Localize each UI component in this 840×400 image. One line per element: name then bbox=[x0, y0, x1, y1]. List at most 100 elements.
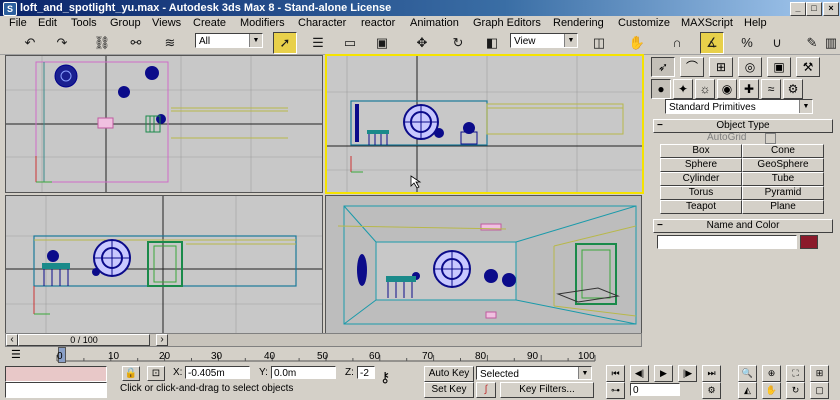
zoom-extents-all-icon[interactable]: ⊞ bbox=[810, 365, 829, 382]
zoom-extents-icon[interactable]: ⛶ bbox=[786, 365, 805, 382]
reference-coordinate-dropdown[interactable]: View ▼ bbox=[510, 33, 578, 48]
previous-frame-icon[interactable]: ‹ bbox=[6, 334, 18, 346]
minimize-button[interactable]: _ bbox=[790, 2, 806, 16]
cameras-icon[interactable]: ◉ bbox=[717, 79, 737, 99]
menu-animation[interactable]: Animation bbox=[410, 16, 459, 30]
next-frame-button-icon[interactable]: |▶ bbox=[678, 365, 697, 382]
viewport-left[interactable] bbox=[5, 195, 323, 335]
display-tab-icon[interactable]: ▣ bbox=[767, 57, 791, 77]
go-to-start-icon[interactable]: ⏮ bbox=[606, 365, 625, 382]
go-to-end-icon[interactable]: ⏭ bbox=[702, 365, 721, 382]
current-frame-field[interactable]: 0 bbox=[630, 383, 680, 396]
percent-snap-icon[interactable]: % bbox=[735, 32, 759, 54]
geosphere-button[interactable]: GeoSphere bbox=[742, 158, 824, 172]
key-filters-button[interactable]: Key Filters... bbox=[500, 382, 594, 398]
select-and-scale-icon[interactable]: ◧ bbox=[480, 32, 504, 54]
menu-graph-editors[interactable]: Graph Editors bbox=[473, 16, 541, 30]
object-name-input[interactable] bbox=[657, 235, 797, 249]
menu-customize[interactable]: Customize bbox=[618, 16, 670, 30]
close-button[interactable]: × bbox=[823, 2, 839, 16]
lock-selection-icon[interactable]: 🔒 bbox=[122, 366, 140, 381]
maxscript-listener-mini[interactable] bbox=[5, 366, 107, 382]
menu-create[interactable]: Create bbox=[193, 16, 226, 30]
plane-button[interactable]: Plane bbox=[742, 200, 824, 214]
use-pivot-center-icon[interactable]: ◫ bbox=[587, 32, 611, 54]
viewport-top[interactable] bbox=[5, 55, 323, 193]
pan-icon[interactable]: ✋ bbox=[762, 382, 781, 399]
torus-button[interactable]: Torus bbox=[660, 186, 742, 200]
select-and-manipulate-icon[interactable]: ✋ bbox=[625, 32, 649, 54]
viewport-front[interactable] bbox=[325, 54, 644, 194]
previous-frame-button-icon[interactable]: ◀| bbox=[630, 365, 649, 382]
maximize-viewport-icon[interactable]: ▢ bbox=[810, 382, 829, 399]
box-button[interactable]: Box bbox=[660, 144, 742, 158]
utilities-tab-icon[interactable]: ⚒ bbox=[796, 57, 820, 77]
menu-help[interactable]: Help bbox=[744, 16, 767, 30]
time-slider-thumb[interactable]: 0 / 100 bbox=[18, 334, 150, 346]
shapes-icon[interactable]: ✦ bbox=[673, 79, 693, 99]
select-and-link-icon[interactable]: ⛓ bbox=[90, 32, 114, 54]
time-configuration-icon[interactable]: ⚙ bbox=[702, 382, 721, 399]
menu-rendering[interactable]: Rendering bbox=[553, 16, 604, 30]
x-coordinate-field[interactable]: -0.405m bbox=[185, 366, 250, 379]
z-coordinate-field[interactable]: -2 bbox=[357, 366, 375, 379]
select-object-icon[interactable]: ➚ bbox=[273, 32, 297, 54]
menu-tools[interactable]: Tools bbox=[71, 16, 97, 30]
snaps-toggle-icon[interactable]: ∩ bbox=[665, 32, 689, 54]
undo-icon[interactable]: ↶ bbox=[18, 32, 42, 54]
select-by-name-icon[interactable]: ☰ bbox=[306, 32, 330, 54]
select-and-move-icon[interactable]: ✥ bbox=[410, 32, 434, 54]
menu-views[interactable]: Views bbox=[152, 16, 181, 30]
systems-icon[interactable]: ⚙ bbox=[783, 79, 803, 99]
create-tab-icon[interactable]: ➶ bbox=[651, 57, 675, 77]
track-bar[interactable]: ☰ 0 10 20 30 40 50 60 70 80 90 100 bbox=[5, 347, 640, 365]
lights-icon[interactable]: ☼ bbox=[695, 79, 715, 99]
key-mode-toggle-icon[interactable]: ⊶ bbox=[606, 382, 625, 399]
object-type-rollout-header[interactable]: − Object Type bbox=[653, 119, 833, 133]
maximize-button[interactable]: □ bbox=[806, 2, 822, 16]
menu-character[interactable]: Character bbox=[298, 16, 346, 30]
menu-group[interactable]: Group bbox=[110, 16, 141, 30]
arc-rotate-icon[interactable]: ↻ bbox=[786, 382, 805, 399]
play-icon[interactable]: ▶ bbox=[654, 365, 673, 382]
menu-maxscript[interactable]: MAXScript bbox=[681, 16, 733, 30]
geometry-icon[interactable]: ● bbox=[651, 79, 671, 99]
name-and-color-rollout-header[interactable]: − Name and Color bbox=[653, 219, 833, 233]
zoom-all-icon[interactable]: ⊕ bbox=[762, 365, 781, 382]
angle-snap-toggle-icon[interactable]: ∡ bbox=[700, 32, 724, 54]
viewport-perspective[interactable] bbox=[325, 195, 642, 335]
window-crossing-icon[interactable]: ▣ bbox=[370, 32, 394, 54]
select-and-rotate-icon[interactable]: ↻ bbox=[446, 32, 470, 54]
default-in-out-tangent-icon[interactable]: ∫ bbox=[476, 382, 496, 398]
motion-tab-icon[interactable]: ◎ bbox=[738, 57, 762, 77]
teapot-button[interactable]: Teapot bbox=[660, 200, 742, 214]
object-color-swatch[interactable] bbox=[800, 235, 818, 249]
autogrid-checkbox[interactable] bbox=[765, 133, 776, 144]
y-coordinate-field[interactable]: 0.0m bbox=[271, 366, 336, 379]
cylinder-button[interactable]: Cylinder bbox=[660, 172, 742, 186]
menu-modifiers[interactable]: Modifiers bbox=[240, 16, 285, 30]
modify-tab-icon[interactable]: ⌒ bbox=[680, 57, 704, 77]
spinner-snap-icon[interactable]: ∪ bbox=[765, 32, 789, 54]
spacewarps-icon[interactable]: ≈ bbox=[761, 79, 781, 99]
next-frame-icon[interactable]: › bbox=[156, 334, 168, 346]
maxscript-output-mini[interactable] bbox=[5, 382, 107, 398]
menu-reactor[interactable]: reactor bbox=[361, 16, 395, 30]
primitives-dropdown[interactable]: Standard Primitives ▼ bbox=[665, 99, 813, 114]
key-mode-dropdown[interactable]: Selected ▼ bbox=[476, 366, 592, 380]
unlink-selection-icon[interactable]: ⚯ bbox=[124, 32, 148, 54]
zoom-icon[interactable]: 🔍 bbox=[738, 365, 757, 382]
bind-to-spacewarp-icon[interactable]: ≋ bbox=[158, 32, 182, 54]
menu-file[interactable]: File bbox=[9, 16, 27, 30]
auto-key-button[interactable]: Auto Key bbox=[424, 366, 474, 382]
set-key-button[interactable]: Set Key bbox=[424, 382, 474, 398]
absolute-mode-icon[interactable]: ⊡ bbox=[147, 366, 165, 381]
sphere-button[interactable]: Sphere bbox=[660, 158, 742, 172]
mirror-icon[interactable]: ▥ bbox=[821, 32, 840, 54]
tube-button[interactable]: Tube bbox=[742, 172, 824, 186]
selection-filter-dropdown[interactable]: All ▼ bbox=[195, 33, 263, 48]
rectangular-selection-icon[interactable]: ▭ bbox=[338, 32, 362, 54]
cone-button[interactable]: Cone bbox=[742, 144, 824, 158]
menu-edit[interactable]: Edit bbox=[38, 16, 57, 30]
redo-icon[interactable]: ↷ bbox=[50, 32, 74, 54]
